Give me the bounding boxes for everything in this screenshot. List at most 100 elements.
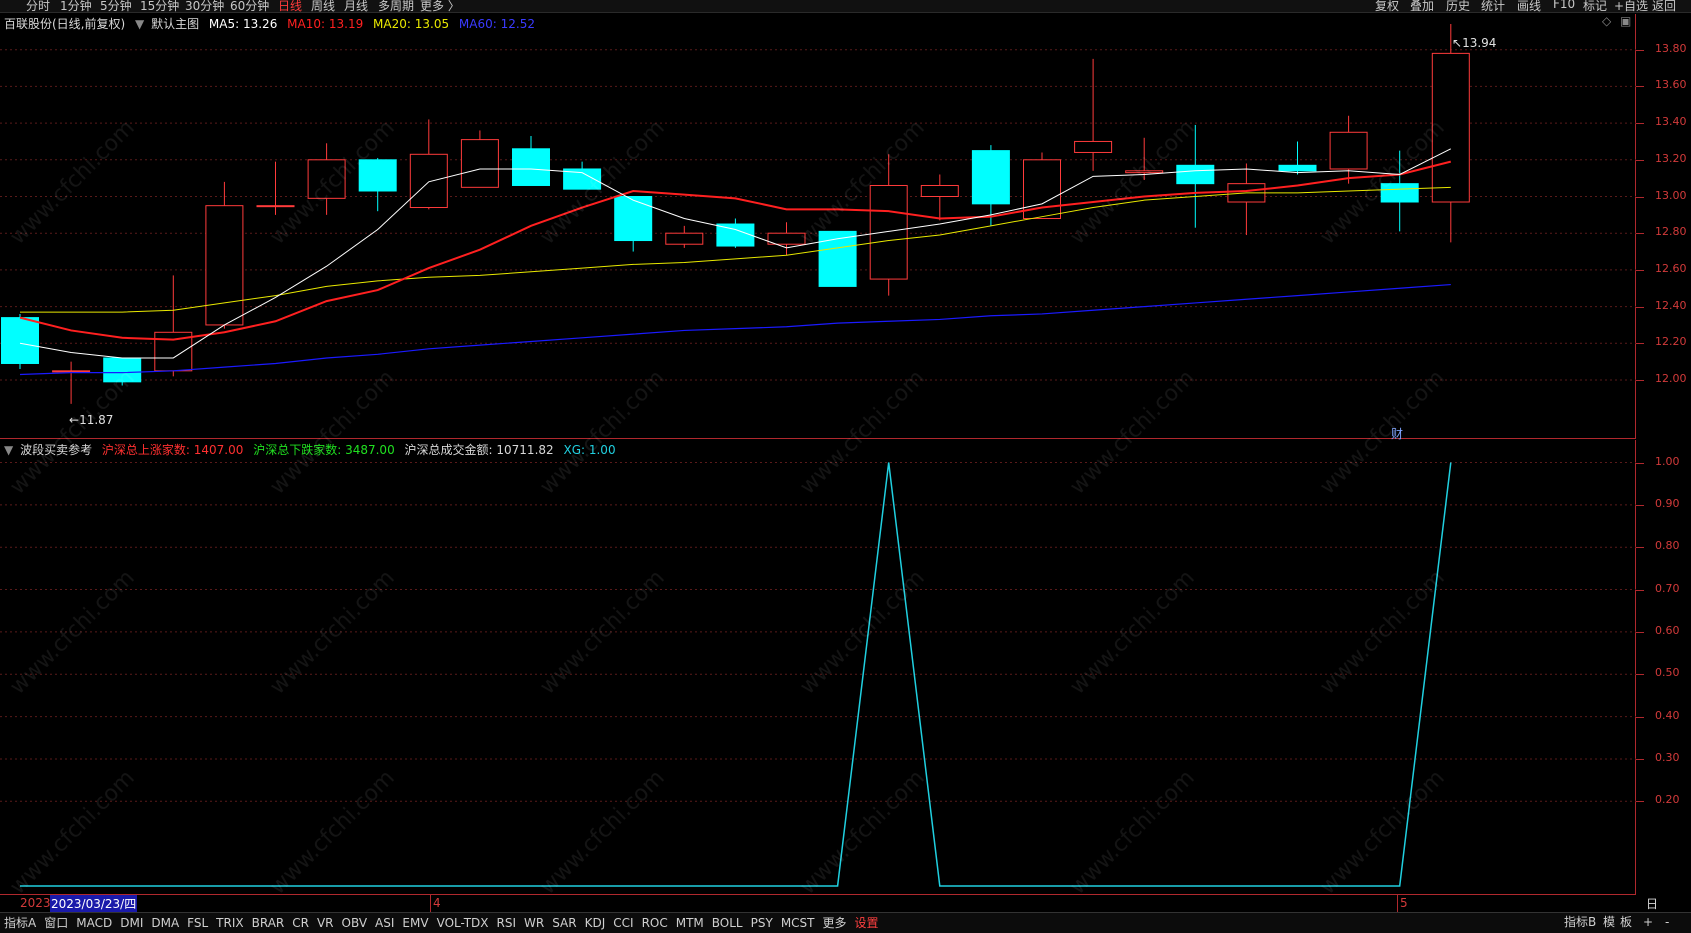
month-label-4: 4 [433,896,441,910]
toolbar-button-6[interactable]: 标记 [1583,0,1607,12]
period-tab-5[interactable]: 60分钟 [230,0,269,12]
indicator-tab-13[interactable]: VOL-TDX [433,913,493,933]
candle [358,157,397,212]
indicator-tab-23[interactable]: MCST [777,913,819,933]
candle-body [1074,140,1113,153]
xg-line-chart[interactable] [0,440,1636,895]
price-axis-label: 13.00 [1655,188,1687,202]
toolbar-button-8[interactable]: 返回 [1652,0,1676,12]
indicator-tab-0[interactable]: 指标A [0,913,40,933]
bottom-right-button-1[interactable]: 模 [1603,912,1615,932]
candle-body [1380,183,1419,203]
toolbar-button-5[interactable]: F10 [1553,0,1575,11]
candle-body [1176,164,1215,185]
axis-tick [1636,504,1644,506]
candle [512,135,550,186]
year-label: 2023 [20,896,51,910]
indicator-tab-8[interactable]: CR [288,913,313,933]
axis-tick [1636,380,1644,381]
candle-body [614,196,653,242]
indicator-tab-10[interactable]: OBV [338,913,372,933]
toolbar-button-7[interactable]: +自选 [1614,0,1648,12]
candle [716,218,755,248]
toolbar-button-1[interactable]: 叠加 [1410,0,1434,12]
indicator-tab-24[interactable]: 更多 [819,913,851,933]
toolbar-button-0[interactable]: 复权 [1375,0,1399,12]
indicator-tab-15[interactable]: WR [520,913,548,933]
period-tab-1[interactable]: 1分钟 [60,0,92,12]
axis-tick [1636,343,1644,345]
indicator-tab-2[interactable]: MACD [72,913,116,933]
candle-body [1278,164,1317,172]
bottom-right-button-4[interactable]: - [1665,912,1669,932]
indicator-tab-22[interactable]: PSY [747,913,777,933]
candle [154,275,193,377]
candle [1329,115,1368,184]
candle [409,119,448,210]
indicator-tab-19[interactable]: ROC [638,913,672,933]
candle-body [1,317,39,364]
candlestick-chart[interactable] [0,14,1636,439]
candle [1431,24,1470,243]
period-tab-3[interactable]: 15分钟 [140,0,179,12]
axis-tick [1636,631,1644,633]
indicator-tab-3[interactable]: DMI [116,913,147,933]
candle [1278,141,1317,175]
price-axis-label: 13.40 [1655,115,1687,129]
axis-tick [1636,196,1644,198]
axis-tick [1636,233,1644,235]
axis-tick [1636,123,1644,125]
period-tab-7[interactable]: 周线 [311,0,335,12]
period-tab-2[interactable]: 5分钟 [100,0,132,12]
axis-tick [1636,758,1644,760]
axis-tick [1636,306,1644,308]
indicator-tab-20[interactable]: MTM [672,913,708,933]
candle-body [103,357,142,383]
high-price-annotation: ↖13.94 [1452,36,1497,50]
indicator-tab-11[interactable]: ASI [371,913,398,933]
bottom-right-button-3[interactable]: + [1643,912,1653,932]
indicator-tab-6[interactable]: TRIX [212,913,247,933]
toolbar-button-4[interactable]: 画线 [1517,0,1541,12]
indicator-tab-7[interactable]: BRAR [248,913,289,933]
period-tab-10[interactable]: 更多 〉 [420,0,460,12]
toolbar-button-3[interactable]: 统计 [1481,0,1505,12]
price-grid [0,49,1636,381]
indicator-tab-17[interactable]: KDJ [581,913,610,933]
indicator-tab-18[interactable]: CCI [609,913,637,933]
candle [307,143,346,215]
indicator-tab-4[interactable]: DMA [147,913,183,933]
indicator-tab-12[interactable]: EMV [398,913,432,933]
indicator-tab-1[interactable]: 窗口 [40,913,72,933]
candle-body [1125,170,1164,174]
axis-tick [1636,49,1644,51]
period-tab-9[interactable]: 多周期 [378,0,414,12]
period-tab-4[interactable]: 30分钟 [185,0,224,12]
candle-body [869,184,908,280]
candle [205,181,244,329]
indicator-tab-25[interactable]: 设置 [851,913,883,933]
price-axis-label: 13.80 [1655,41,1687,55]
indicator-axis-label: 0.70 [1655,581,1680,595]
period-tab-0[interactable]: 分时 [26,0,50,12]
indicator-tab-bar: 指标A 窗口 MACD DMI DMA FSL TRIX BRAR CR VR OBV ASI EMV V… [0,912,1691,933]
toolbar-button-2[interactable]: 历史 [1446,0,1470,12]
price-axis-label: 13.60 [1655,78,1687,92]
bottom-right-button-0[interactable]: 指标B [1564,912,1596,932]
bottom-right-button-2[interactable]: 板 [1620,912,1632,932]
candle [1227,163,1266,236]
indicator-axis-label: 0.80 [1655,539,1680,553]
cursor-date: 2023/03/23/四 [50,895,138,912]
indicator-tab-16[interactable]: SAR [548,913,580,933]
indicator-tab-14[interactable]: RSI [493,913,521,933]
candle-body [716,223,755,247]
indicator-tab-9[interactable]: VR [313,913,338,933]
price-axis-label: 12.40 [1655,298,1687,312]
indicator-tab-21[interactable]: BOLL [708,913,747,933]
indicator-axis-label: 0.90 [1655,496,1680,510]
candle [1,313,39,369]
period-tab-8[interactable]: 月线 [344,0,368,12]
indicator-axis-label: 0.50 [1655,666,1680,680]
period-tab-6[interactable]: 日线 [278,0,302,12]
indicator-tab-5[interactable]: FSL [183,913,212,933]
